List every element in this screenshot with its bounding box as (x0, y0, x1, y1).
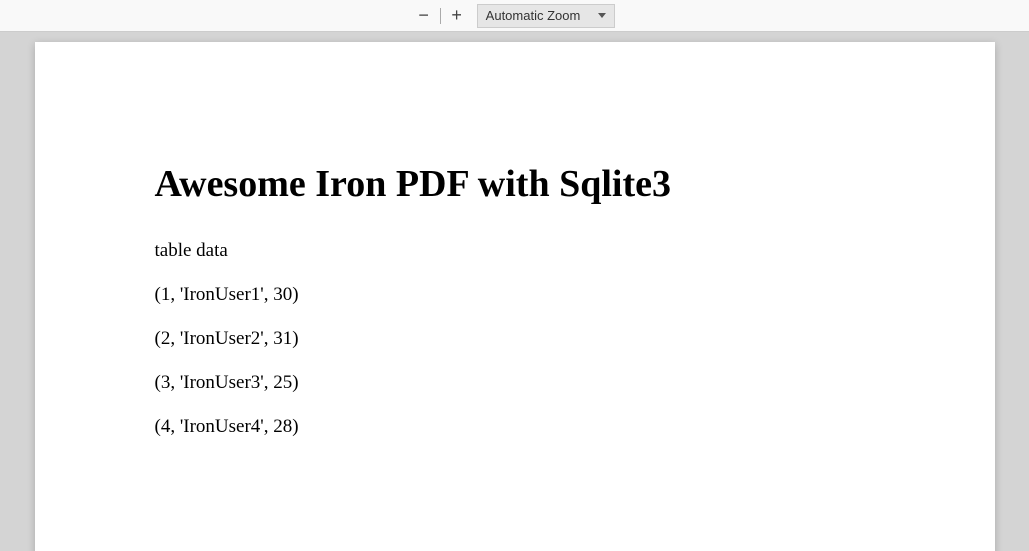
pdf-page: Awesome Iron PDF with Sqlite3 table data… (35, 42, 995, 551)
plus-icon: + (451, 5, 462, 26)
pdf-viewer-area[interactable]: Awesome Iron PDF with Sqlite3 table data… (0, 32, 1029, 551)
chevron-down-icon (598, 13, 606, 18)
zoom-out-button[interactable]: − (414, 6, 434, 26)
minus-icon: − (418, 5, 429, 26)
zoom-select[interactable]: Automatic Zoom (477, 4, 616, 28)
document-title: Awesome Iron PDF with Sqlite3 (155, 162, 875, 206)
zoom-in-button[interactable]: + (447, 6, 467, 26)
zoom-select-label: Automatic Zoom (486, 8, 581, 23)
table-row: (3, 'IronUser3', 25) (155, 372, 875, 394)
pdf-toolbar: − + Automatic Zoom (0, 0, 1029, 32)
table-row: (1, 'IronUser1', 30) (155, 284, 875, 306)
table-row: (2, 'IronUser2', 31) (155, 328, 875, 350)
document-subtitle: table data (155, 240, 875, 262)
toolbar-divider (440, 8, 441, 24)
table-row: (4, 'IronUser4', 28) (155, 416, 875, 438)
